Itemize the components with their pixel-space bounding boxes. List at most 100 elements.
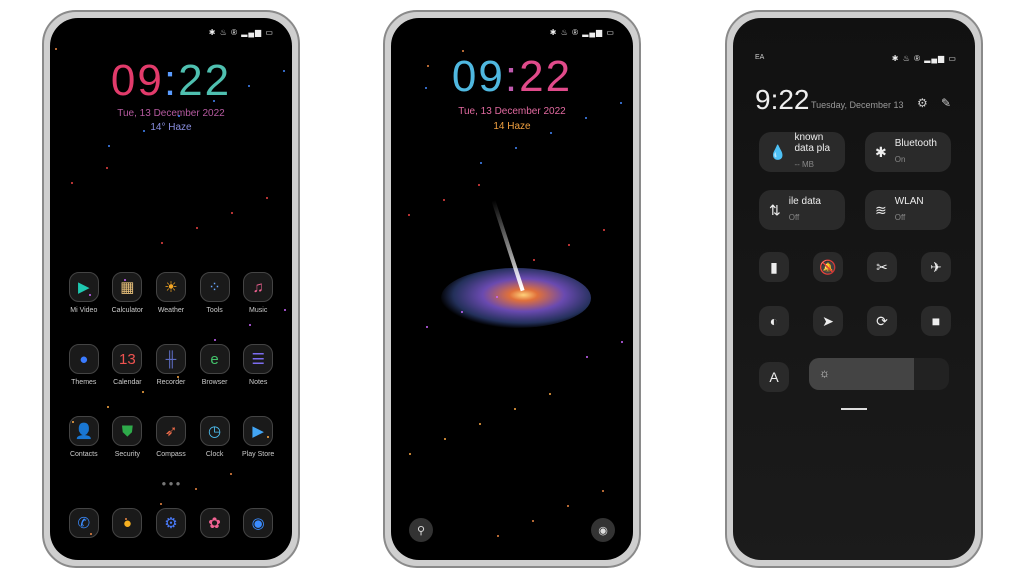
- phone-icon[interactable]: ✆: [68, 508, 99, 538]
- page-indicator[interactable]: ● ● ●: [50, 479, 292, 488]
- screenshot-toggle[interactable]: ✂: [867, 252, 897, 282]
- app-play-store[interactable]: ▶ Play Store: [236, 416, 280, 458]
- star: [480, 162, 482, 164]
- app-label: Security: [114, 451, 141, 458]
- settings-icon[interactable]: ⚙: [917, 96, 928, 110]
- app-themes[interactable]: ● Themes: [62, 344, 106, 386]
- app-tools[interactable]: ⁘ Tools: [193, 272, 237, 314]
- handle-bar[interactable]: [841, 408, 867, 410]
- tile-status: Off: [894, 212, 906, 222]
- app-grid: ▶ Mi Video ▦ Calculator ☀ Weather ⁘ Tools ♫ Music…: [62, 272, 280, 458]
- star: [621, 341, 623, 343]
- star: [55, 48, 57, 50]
- calendar-icon: 13: [112, 344, 143, 374]
- star: [567, 505, 569, 507]
- tile-title: Bluetooth: [894, 137, 937, 149]
- weather: 14° Haze: [150, 122, 192, 133]
- star: [161, 242, 163, 244]
- security-icon: ⛊: [112, 416, 143, 446]
- location-toggle[interactable]: ➤: [813, 306, 843, 336]
- app-label: Play Store: [242, 451, 275, 458]
- tile-wlan[interactable]: ≋ WLAN Off: [865, 190, 951, 230]
- star: [283, 70, 285, 72]
- time: 9:22: [755, 84, 810, 115]
- flashlight-button[interactable]: ⚲: [409, 518, 433, 542]
- status-bar: ✱ ♨ ® ▂▄▆ ▭: [891, 54, 957, 63]
- flashlight-toggle[interactable]: ▮: [759, 252, 789, 282]
- carrier: EA: [755, 54, 765, 61]
- app-security[interactable]: ⛊ Security: [106, 416, 150, 458]
- settings-icon[interactable]: ⚙: [155, 508, 186, 538]
- tile-text: WLAN Off: [895, 196, 924, 225]
- star: [249, 324, 251, 326]
- star: [496, 296, 498, 298]
- airplane-toggle[interactable]: ✈: [921, 252, 951, 282]
- brightness-slider[interactable]: ☼: [809, 358, 949, 390]
- edit-icon[interactable]: ✎: [941, 96, 951, 110]
- app-compass[interactable]: ➶ Compass: [149, 416, 193, 458]
- star: [427, 65, 429, 67]
- app-label: Notes: [249, 379, 268, 386]
- app-label: Calendar: [113, 379, 142, 386]
- star: [620, 102, 622, 104]
- music-icon: ♫: [243, 272, 274, 302]
- app-label: Clock: [205, 451, 224, 458]
- font-button[interactable]: A: [759, 362, 789, 392]
- star: [230, 473, 232, 475]
- camera-button[interactable]: ◉: [591, 518, 615, 542]
- mi-video-icon: ▶: [68, 272, 99, 302]
- tile-known-data-pla[interactable]: 💧 known data pla -- MB: [759, 132, 845, 172]
- mute-toggle[interactable]: 🔕: [813, 252, 843, 282]
- app-mi-video[interactable]: ▶ Mi Video: [62, 272, 106, 314]
- star: [603, 229, 605, 231]
- app-music[interactable]: ♫ Music: [236, 272, 280, 314]
- clock: 09:22: [110, 56, 232, 105]
- star: [90, 533, 92, 535]
- star: [266, 197, 268, 199]
- app-calendar[interactable]: 13 Calendar: [106, 344, 150, 386]
- date: Tue, 13 December 2022: [458, 106, 566, 117]
- star: [196, 227, 198, 229]
- star: [124, 279, 126, 281]
- tile-text: known data pla -- MB: [794, 132, 845, 172]
- star: [533, 259, 535, 261]
- tile-ile-data[interactable]: ⇅ ile data Off: [759, 190, 845, 230]
- tile-text: Bluetooth On: [895, 138, 937, 167]
- dark-mode-toggle[interactable]: ◐: [759, 306, 789, 336]
- star: [550, 132, 552, 134]
- app-weather[interactable]: ☀ Weather: [149, 272, 193, 314]
- star: [549, 393, 551, 395]
- clock-minutes: 22: [178, 56, 232, 105]
- app-recorder[interactable]: ╫ Recorder: [149, 344, 193, 386]
- star: [195, 488, 197, 490]
- rotation-lock-toggle[interactable]: ⟳: [867, 306, 897, 336]
- star: [71, 182, 73, 184]
- screen-record-toggle[interactable]: ■: [921, 306, 951, 336]
- gallery-icon[interactable]: ✿: [199, 508, 230, 538]
- app-browser[interactable]: e Browser: [193, 344, 237, 386]
- star: [248, 85, 250, 87]
- date: Tuesday, December 13: [811, 100, 904, 110]
- phone-home-screen: ✱ ♨ ® ▂▄▆ ▭ 09:22 Tue, 13 December 2022 …: [42, 10, 300, 568]
- brightness-icon: ☼: [819, 366, 830, 380]
- camera-icon[interactable]: ◉: [243, 508, 274, 538]
- star: [125, 518, 127, 520]
- messages-icon[interactable]: ●: [112, 508, 143, 538]
- app-label: Themes: [71, 379, 97, 386]
- star: [497, 535, 499, 537]
- control-center: EA ✱ ♨ ® ▂▄▆ ▭ 9:22 Tuesday, December 13…: [733, 18, 975, 560]
- app-contacts[interactable]: 👤 Contacts: [62, 416, 106, 458]
- weather: 14 Haze: [493, 121, 531, 132]
- app-label: Compass: [156, 451, 186, 458]
- app-calculator[interactable]: ▦ Calculator: [106, 272, 150, 314]
- recorder-icon: ╫: [155, 344, 186, 374]
- tile-bluetooth[interactable]: ✱ Bluetooth On: [865, 132, 951, 172]
- app-clock[interactable]: ◷ Clock: [193, 416, 237, 458]
- star: [89, 294, 91, 296]
- app-notes[interactable]: ☰ Notes: [236, 344, 280, 386]
- dock: ✆ ● ⚙ ✿ ◉: [62, 508, 280, 538]
- clock-icon: ◷: [199, 416, 230, 446]
- tile-icon: ≋: [875, 201, 887, 218]
- star: [72, 421, 74, 423]
- tile-status: Off: [788, 212, 800, 222]
